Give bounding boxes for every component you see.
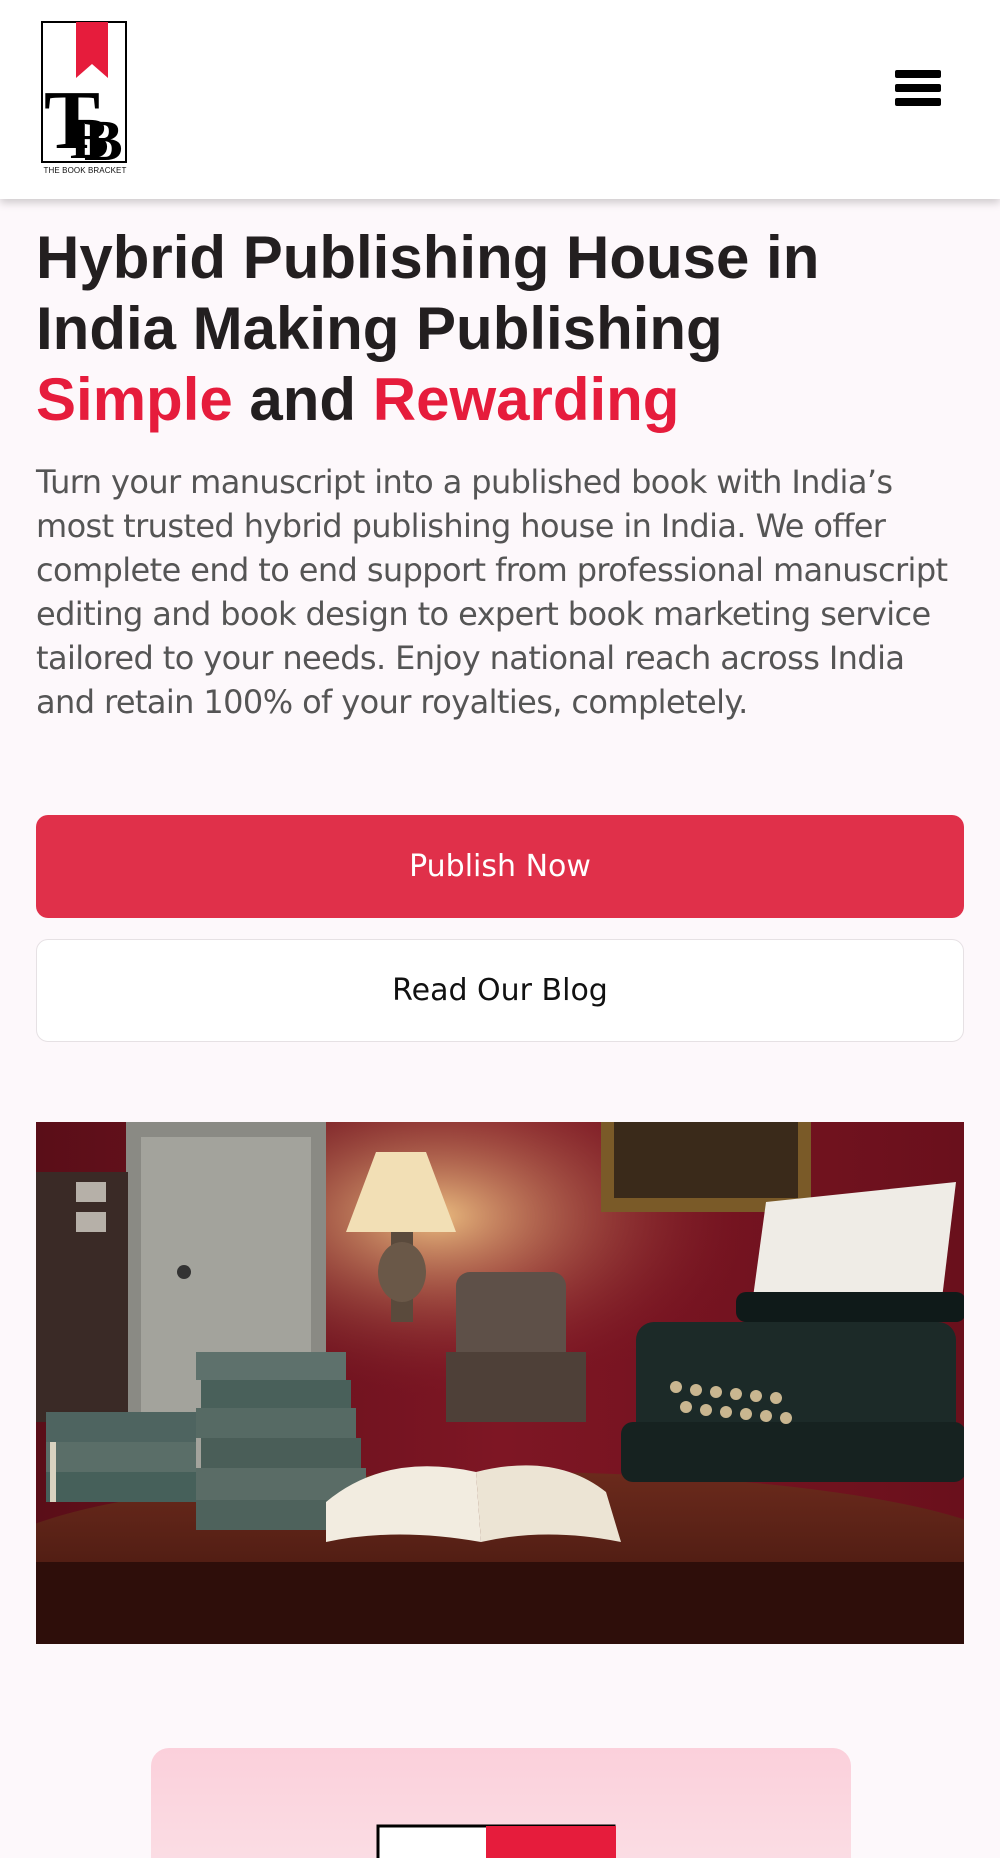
tbb-logo-icon[interactable]: T B B THE BOOK BRACKET xyxy=(40,20,130,180)
tbb-logo-icon xyxy=(376,1824,616,1858)
hero-title-and: and xyxy=(232,366,373,433)
hero-title: Hybrid Publishing House in India Making … xyxy=(36,222,936,435)
hero-title-simple: Simple xyxy=(36,366,233,433)
promo-card xyxy=(151,1748,851,1858)
read-blog-button[interactable]: Read Our Blog xyxy=(36,939,964,1042)
hero-title-rewarding: Rewarding xyxy=(372,366,680,433)
hero-description: Turn your manuscript into a published bo… xyxy=(36,463,948,721)
vintage-study-typewriter-books-image xyxy=(36,1122,964,1644)
hero-title-line2: India Making Publishing xyxy=(36,295,723,362)
site-header: T B B THE BOOK BRACKET xyxy=(0,0,1000,199)
logo-tagline: THE BOOK BRACKET xyxy=(43,166,127,175)
publish-now-button[interactable]: Publish Now xyxy=(36,815,964,918)
hamburger-menu-icon[interactable] xyxy=(895,70,945,118)
hero-title-line1: Hybrid Publishing House in xyxy=(36,224,820,291)
svg-text:B: B xyxy=(84,108,123,166)
